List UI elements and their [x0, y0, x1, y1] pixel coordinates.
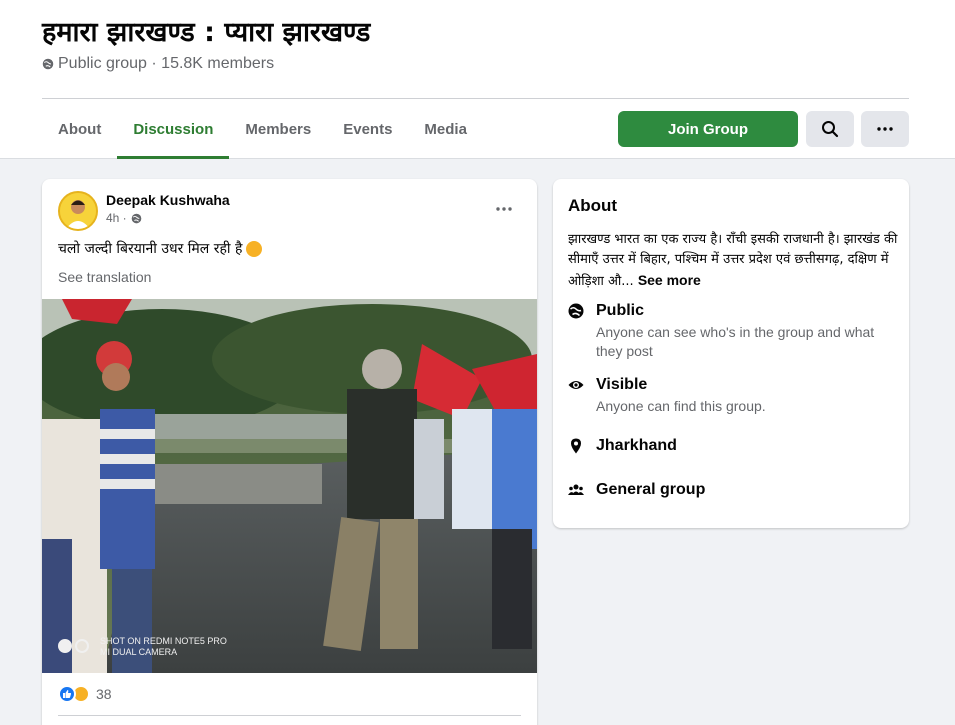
location-pin-icon — [571, 438, 581, 454]
group-title: हमारा झारखण्ड : प्यारा झारखण्ड — [42, 17, 371, 48]
info-public: Public Anyone can see who's in the group… — [568, 301, 896, 361]
see-more-link[interactable]: See more — [638, 272, 701, 288]
tab-discussion[interactable]: Discussion — [117, 100, 230, 159]
post-author[interactable]: Deepak Kushwaha — [106, 192, 230, 208]
about-card: About झारखण्ड भारत का एक राज्य है। राँची… — [553, 179, 909, 528]
info-visible: Visible Anyone can find this group. — [568, 375, 896, 416]
info-public-desc: Anyone can see who's in the group and wh… — [596, 324, 875, 359]
people-icon — [568, 484, 584, 495]
post-options-button[interactable] — [490, 195, 518, 223]
search-button[interactable] — [806, 111, 854, 147]
info-visible-desc: Anyone can find this group. — [596, 398, 766, 414]
globe-icon — [42, 58, 54, 70]
globe-icon — [131, 213, 141, 223]
join-group-button[interactable]: Join Group — [618, 111, 798, 147]
avatar-image — [60, 193, 96, 229]
about-heading: About — [568, 196, 618, 215]
post-divider — [58, 715, 521, 716]
tab-about[interactable]: About — [42, 100, 117, 159]
watermark-line-2: MI DUAL CAMERA — [100, 647, 178, 657]
group-privacy-members: Public group · 15.8K members — [58, 55, 275, 72]
like-reaction-icon — [58, 685, 76, 703]
post-body: चलो जल्दी बिरयानी उधर मिल रही है — [58, 241, 243, 257]
about-description-text: झारखण्ड भारत का एक राज्य है। राँची इसकी … — [568, 232, 898, 289]
reaction-count: 38 — [96, 686, 112, 702]
info-location: Jharkhand — [568, 436, 677, 456]
post-text: चलो जल्दी बिरयानी उधर मिल रही है — [58, 239, 263, 258]
reaction-summary[interactable]: 38 — [58, 685, 112, 703]
info-group-type: General group — [568, 480, 705, 500]
group-header: हमारा झारखण्ड : प्यारा झारखण्ड Public gr… — [0, 0, 955, 159]
more-dots-icon — [496, 207, 512, 211]
see-translation-link[interactable]: See translation — [58, 269, 151, 285]
header-divider — [42, 98, 909, 99]
info-location-title[interactable]: Jharkhand — [596, 436, 677, 456]
tab-events[interactable]: Events — [327, 100, 408, 159]
post-timestamp: 4h · — [106, 211, 142, 225]
globe-icon — [568, 303, 584, 319]
about-description: झारखण्ड भारत का एक राज्य है। राँची इसकी … — [568, 230, 898, 292]
eye-icon — [568, 381, 584, 389]
group-tabs: About Discussion Members Events Media — [42, 100, 483, 159]
tab-members[interactable]: Members — [229, 100, 327, 159]
more-dots-icon — [877, 127, 893, 131]
post-time-text[interactable]: 4h · — [106, 211, 127, 225]
post-card: Deepak Kushwaha 4h · चलो जल्दी बिरयानी उ… — [42, 179, 537, 725]
group-meta: Public group · 15.8K members — [42, 55, 274, 73]
camera-watermark: SHOT ON REDMI NOTE5 PRO MI DUAL CAMERA — [100, 636, 227, 658]
watermark-line-1: SHOT ON REDMI NOTE5 PRO — [100, 636, 227, 646]
camera-watermark-logo — [58, 639, 89, 653]
tab-media[interactable]: Media — [408, 100, 483, 159]
info-group-type-title: General group — [596, 481, 706, 498]
info-visible-title: Visible — [596, 376, 648, 393]
rally-photo — [42, 299, 537, 673]
avatar[interactable] — [58, 191, 98, 231]
post-photo[interactable]: SHOT ON REDMI NOTE5 PRO MI DUAL CAMERA — [42, 299, 537, 673]
search-icon — [822, 121, 839, 138]
laughing-emoji-icon — [246, 240, 263, 257]
more-options-button[interactable] — [861, 111, 909, 147]
info-public-title: Public — [596, 302, 645, 319]
